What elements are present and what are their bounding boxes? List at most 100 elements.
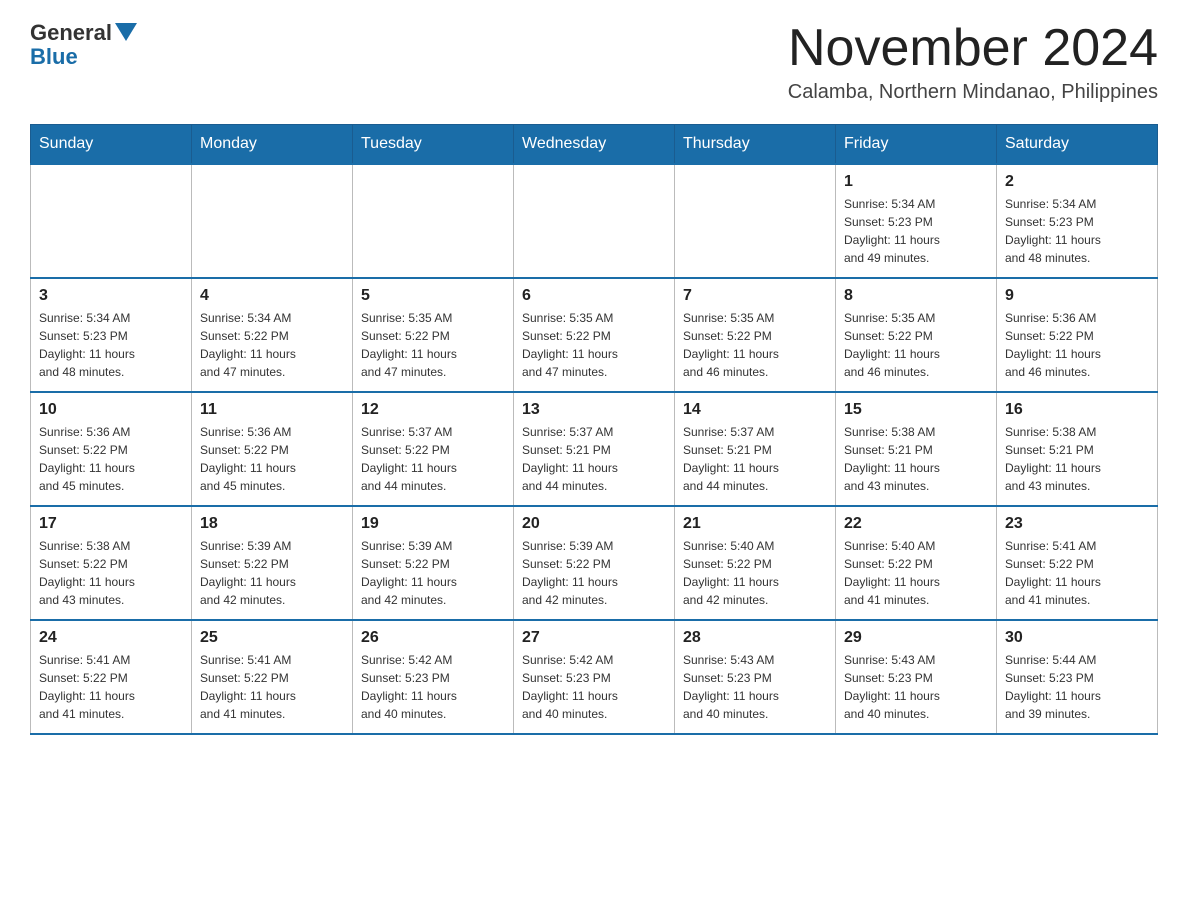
calendar-cell: 8 Sunrise: 5:35 AM Sunset: 5:22 PM Daylig… [836,278,997,392]
calendar-cell [353,164,514,278]
calendar-cell: 29 Sunrise: 5:43 AM Sunset: 5:23 PM Dayli… [836,620,997,734]
day-number: 22 [844,515,988,533]
day-info: Sunrise: 5:40 AM Sunset: 5:22 PM Dayligh… [844,537,988,609]
logo-triangle-icon [115,23,137,46]
calendar-table: Sunday Monday Tuesday Wednesday Thursday… [30,124,1158,735]
day-number: 5 [361,287,505,305]
title-section: November 2024 Calamba, Northern Mindanao… [788,20,1158,104]
day-number: 8 [844,287,988,305]
col-monday: Monday [192,125,353,165]
col-friday: Friday [836,125,997,165]
day-info: Sunrise: 5:38 AM Sunset: 5:21 PM Dayligh… [844,423,988,495]
location-subtitle: Calamba, Northern Mindanao, Philippines [788,81,1158,104]
day-number: 11 [200,401,344,419]
day-info: Sunrise: 5:37 AM Sunset: 5:21 PM Dayligh… [522,423,666,495]
day-info: Sunrise: 5:36 AM Sunset: 5:22 PM Dayligh… [200,423,344,495]
day-info: Sunrise: 5:35 AM Sunset: 5:22 PM Dayligh… [844,309,988,381]
calendar-header-row: Sunday Monday Tuesday Wednesday Thursday… [31,125,1158,165]
col-thursday: Thursday [675,125,836,165]
calendar-cell: 20 Sunrise: 5:39 AM Sunset: 5:22 PM Dayli… [514,506,675,620]
day-number: 25 [200,629,344,647]
day-info: Sunrise: 5:43 AM Sunset: 5:23 PM Dayligh… [683,651,827,723]
calendar-week-2: 3Sunrise: 5:34 AM Sunset: 5:23 PM Daylig… [31,278,1158,392]
logo-blue-text: Blue [30,44,137,70]
calendar-cell: 18 Sunrise: 5:39 AM Sunset: 5:22 PM Dayli… [192,506,353,620]
day-number: 27 [522,629,666,647]
calendar-cell: 6 Sunrise: 5:35 AM Sunset: 5:22 PM Daylig… [514,278,675,392]
day-info: Sunrise: 5:34 AM Sunset: 5:22 PM Dayligh… [200,309,344,381]
day-info: Sunrise: 5:41 AM Sunset: 5:22 PM Dayligh… [1005,537,1149,609]
col-wednesday: Wednesday [514,125,675,165]
calendar-cell: 19Sunrise: 5:39 AM Sunset: 5:22 PM Dayli… [353,506,514,620]
calendar-cell: 14Sunrise: 5:37 AM Sunset: 5:21 PM Dayli… [675,392,836,506]
calendar-cell: 16 Sunrise: 5:38 AM Sunset: 5:21 PM Dayli… [997,392,1158,506]
calendar-cell [514,164,675,278]
col-sunday: Sunday [31,125,192,165]
day-info: Sunrise: 5:41 AM Sunset: 5:22 PM Dayligh… [39,651,183,723]
calendar-cell: 13Sunrise: 5:37 AM Sunset: 5:21 PM Dayli… [514,392,675,506]
day-info: Sunrise: 5:36 AM Sunset: 5:22 PM Dayligh… [39,423,183,495]
day-number: 15 [844,401,988,419]
day-info: Sunrise: 5:38 AM Sunset: 5:21 PM Dayligh… [1005,423,1149,495]
logo: General Blue [30,20,137,70]
calendar-cell: 10 Sunrise: 5:36 AM Sunset: 5:22 PM Dayli… [31,392,192,506]
day-info: Sunrise: 5:35 AM Sunset: 5:22 PM Dayligh… [361,309,505,381]
day-info: Sunrise: 5:35 AM Sunset: 5:22 PM Dayligh… [522,309,666,381]
day-info: Sunrise: 5:44 AM Sunset: 5:23 PM Dayligh… [1005,651,1149,723]
day-info: Sunrise: 5:41 AM Sunset: 5:22 PM Dayligh… [200,651,344,723]
month-title: November 2024 [788,20,1158,77]
day-number: 10 [39,401,183,419]
calendar-cell: 7 Sunrise: 5:35 AM Sunset: 5:22 PM Daylig… [675,278,836,392]
calendar-cell: 26 Sunrise: 5:42 AM Sunset: 5:23 PM Dayli… [353,620,514,734]
day-number: 29 [844,629,988,647]
day-info: Sunrise: 5:42 AM Sunset: 5:23 PM Dayligh… [522,651,666,723]
calendar-cell: 27 Sunrise: 5:42 AM Sunset: 5:23 PM Dayli… [514,620,675,734]
day-info: Sunrise: 5:34 AM Sunset: 5:23 PM Dayligh… [1005,195,1149,267]
col-saturday: Saturday [997,125,1158,165]
day-number: 26 [361,629,505,647]
day-number: 23 [1005,515,1149,533]
day-number: 18 [200,515,344,533]
day-number: 20 [522,515,666,533]
calendar-cell: 12Sunrise: 5:37 AM Sunset: 5:22 PM Dayli… [353,392,514,506]
calendar-cell: 21 Sunrise: 5:40 AM Sunset: 5:22 PM Dayli… [675,506,836,620]
day-info: Sunrise: 5:42 AM Sunset: 5:23 PM Dayligh… [361,651,505,723]
day-number: 21 [683,515,827,533]
calendar-cell [192,164,353,278]
day-number: 3 [39,287,183,305]
day-info: Sunrise: 5:35 AM Sunset: 5:22 PM Dayligh… [683,309,827,381]
day-number: 9 [1005,287,1149,305]
calendar-week-3: 10 Sunrise: 5:36 AM Sunset: 5:22 PM Dayli… [31,392,1158,506]
day-number: 28 [683,629,827,647]
calendar-week-1: 1 Sunrise: 5:34 AM Sunset: 5:23 PM Daylig… [31,164,1158,278]
calendar-cell [675,164,836,278]
day-number: 16 [1005,401,1149,419]
calendar-cell: 15 Sunrise: 5:38 AM Sunset: 5:21 PM Dayli… [836,392,997,506]
day-info: Sunrise: 5:39 AM Sunset: 5:22 PM Dayligh… [200,537,344,609]
calendar-week-4: 17Sunrise: 5:38 AM Sunset: 5:22 PM Dayli… [31,506,1158,620]
day-info: Sunrise: 5:40 AM Sunset: 5:22 PM Dayligh… [683,537,827,609]
calendar-cell: 17Sunrise: 5:38 AM Sunset: 5:22 PM Dayli… [31,506,192,620]
day-info: Sunrise: 5:43 AM Sunset: 5:23 PM Dayligh… [844,651,988,723]
calendar-cell: 30Sunrise: 5:44 AM Sunset: 5:23 PM Dayli… [997,620,1158,734]
day-number: 24 [39,629,183,647]
day-number: 6 [522,287,666,305]
day-info: Sunrise: 5:34 AM Sunset: 5:23 PM Dayligh… [844,195,988,267]
day-number: 1 [844,173,988,191]
calendar-cell: 11 Sunrise: 5:36 AM Sunset: 5:22 PM Dayli… [192,392,353,506]
calendar-cell: 28 Sunrise: 5:43 AM Sunset: 5:23 PM Dayli… [675,620,836,734]
day-info: Sunrise: 5:39 AM Sunset: 5:22 PM Dayligh… [522,537,666,609]
calendar-cell [31,164,192,278]
calendar-cell: 3Sunrise: 5:34 AM Sunset: 5:23 PM Daylig… [31,278,192,392]
calendar-cell: 22 Sunrise: 5:40 AM Sunset: 5:22 PM Dayli… [836,506,997,620]
day-number: 7 [683,287,827,305]
day-info: Sunrise: 5:37 AM Sunset: 5:21 PM Dayligh… [683,423,827,495]
calendar-cell: 23 Sunrise: 5:41 AM Sunset: 5:22 PM Dayli… [997,506,1158,620]
day-number: 2 [1005,173,1149,191]
day-number: 17 [39,515,183,533]
calendar-week-5: 24 Sunrise: 5:41 AM Sunset: 5:22 PM Dayli… [31,620,1158,734]
calendar-cell: 24 Sunrise: 5:41 AM Sunset: 5:22 PM Dayli… [31,620,192,734]
calendar-cell: 2 Sunrise: 5:34 AM Sunset: 5:23 PM Daylig… [997,164,1158,278]
day-number: 19 [361,515,505,533]
calendar-cell: 4Sunrise: 5:34 AM Sunset: 5:22 PM Daylig… [192,278,353,392]
